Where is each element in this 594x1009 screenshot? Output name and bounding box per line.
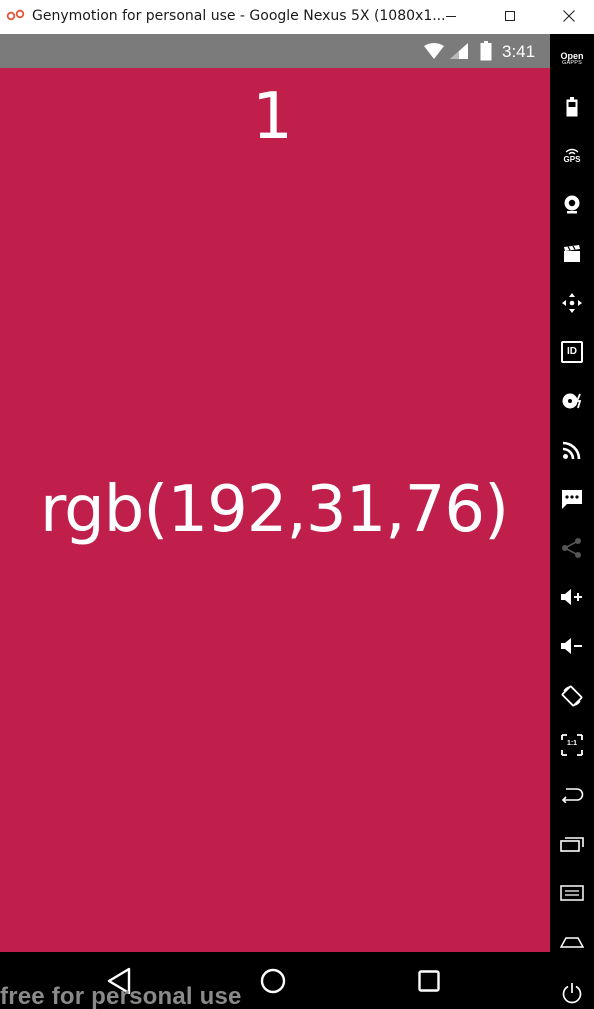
close-button[interactable]	[546, 0, 592, 32]
gps-tool-button[interactable]: GPS	[550, 138, 594, 174]
nav-recents-button[interactable]	[414, 968, 444, 998]
counter-value: 1	[252, 80, 293, 154]
cell-signal-icon	[449, 34, 469, 68]
window-title-bar: Genymotion for personal use - Google Nex…	[0, 0, 594, 34]
minimize-button[interactable]	[428, 0, 474, 32]
maximize-icon	[504, 10, 516, 22]
watermark-text: free for personal use	[0, 983, 242, 1009]
rotate-tool-button[interactable]	[550, 678, 594, 714]
recent-apps-icon	[560, 836, 584, 852]
network-tool-button[interactable]	[550, 432, 594, 468]
status-time: 3:41	[502, 42, 536, 61]
window-title: Genymotion for personal use - Google Nex…	[32, 8, 446, 24]
device-id-icon: ID	[561, 341, 583, 363]
genymotion-logo-icon	[6, 8, 26, 22]
webcam-tool-button[interactable]	[550, 186, 594, 222]
home-icon	[259, 967, 287, 1000]
capture-icon	[562, 244, 582, 264]
battery-tool-button[interactable]	[550, 89, 594, 125]
network-icon	[562, 440, 582, 460]
battery-icon	[480, 34, 492, 68]
back-tool-button[interactable]	[550, 777, 594, 813]
webcam-icon	[562, 194, 582, 214]
pixel-perfect-label: 1:1	[566, 740, 578, 747]
genymotion-toolbar: Open GAPPS GPS ID 1:1	[550, 34, 594, 1009]
pixel-perfect-icon: 1:1	[561, 734, 583, 756]
open-gapps-sublabel: GAPPS	[562, 59, 582, 66]
phone-sms-icon	[561, 488, 583, 510]
home-tool-button[interactable]	[550, 924, 594, 960]
color-screen[interactable]: 1 rgb(192,31,76)	[0, 68, 550, 952]
status-bar: 3:41	[0, 34, 550, 68]
maximize-button[interactable]	[487, 0, 533, 32]
disk-io-icon	[561, 391, 583, 411]
disk-io-tool-button[interactable]	[550, 383, 594, 419]
volume-up-icon	[560, 587, 584, 607]
back-icon	[560, 787, 584, 803]
power-icon	[561, 982, 583, 1004]
home-icon	[560, 935, 584, 949]
color-value-text: rgb(192,31,76)	[39, 473, 509, 547]
remote-control-tool-button[interactable]	[550, 285, 594, 321]
gps-label: GPS	[563, 155, 581, 164]
close-icon	[562, 9, 576, 23]
volume-down-icon	[560, 636, 584, 656]
rotate-icon	[561, 685, 583, 707]
volume-down-tool-button[interactable]	[550, 628, 594, 664]
volume-up-tool-button[interactable]	[550, 579, 594, 615]
open-gapps-button[interactable]: Open GAPPS	[550, 41, 594, 77]
phone-sms-tool-button[interactable]	[550, 481, 594, 517]
share-icon	[561, 537, 583, 559]
minimize-icon	[445, 10, 457, 22]
recents-icon	[417, 969, 441, 998]
remote-control-icon	[561, 292, 583, 314]
device-id-label: ID	[567, 346, 577, 357]
device-id-tool-button[interactable]: ID	[550, 334, 594, 370]
menu-icon	[560, 885, 584, 901]
pixel-perfect-tool-button[interactable]: 1:1	[550, 727, 594, 763]
recent-apps-tool-button[interactable]	[550, 826, 594, 862]
menu-tool-button[interactable]	[550, 875, 594, 911]
nav-home-button[interactable]	[258, 968, 288, 998]
capture-tool-button[interactable]	[550, 236, 594, 272]
battery-icon	[566, 97, 578, 117]
power-tool-button[interactable]	[550, 975, 594, 1009]
share-tool-button[interactable]	[550, 530, 594, 566]
wifi-icon	[423, 34, 445, 68]
